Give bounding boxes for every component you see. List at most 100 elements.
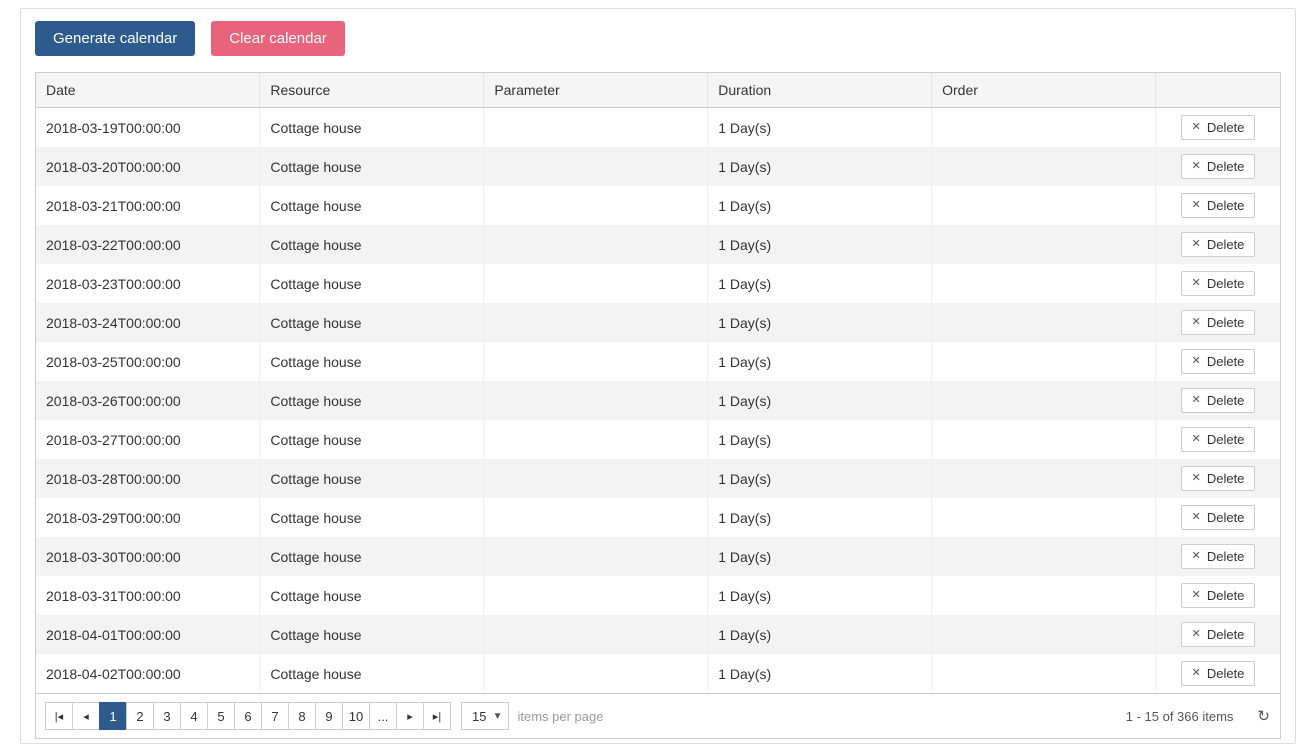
close-icon: ✕ [1192,356,1201,367]
cell-date: 2018-03-22T00:00:00 [36,225,260,264]
pager-page-button[interactable]: 7 [261,702,289,730]
pager-page-button[interactable]: 9 [315,702,343,730]
table-row: 2018-03-19T00:00:00Cottage house1 Day(s)… [36,108,1280,148]
table-header-row: Date Resource Parameter Duration Order [36,73,1280,108]
pager-page-button[interactable]: 3 [153,702,181,730]
table-row: 2018-03-24T00:00:00Cottage house1 Day(s)… [36,303,1280,342]
delete-button[interactable]: ✕Delete [1181,427,1256,452]
pager: |◂ ◂ 12345678910... ▸ ▸| 15 ▼ items per … [35,693,1281,739]
col-header-resource[interactable]: Resource [260,73,484,108]
pager-prev-button[interactable]: ◂ [72,702,100,730]
cell-date: 2018-03-26T00:00:00 [36,381,260,420]
close-icon: ✕ [1192,317,1201,328]
page-size-selector[interactable]: 15 ▼ items per page [461,702,603,730]
delete-button[interactable]: ✕Delete [1181,505,1256,530]
calendar-grid: Date Resource Parameter Duration Order 2… [35,72,1281,693]
caret-down-icon: ▼ [493,711,503,722]
delete-button[interactable]: ✕ Delete [1181,349,1256,374]
pager-page-button[interactable]: 2 [126,702,154,730]
cell-actions: ✕Delete [1156,303,1280,342]
pager-page-button[interactable]: 10 [342,702,370,730]
close-icon: ✕ [1192,434,1201,445]
table-row: 2018-03-27T00:00:00Cottage house1 Day(s)… [36,420,1280,459]
next-page-icon: ▸ [407,710,413,723]
delete-button[interactable]: ✕Delete [1181,661,1256,686]
cell-duration: 1 Day(s) [708,108,932,148]
col-header-date[interactable]: Date [36,73,260,108]
cell-duration: 1 Day(s) [708,186,932,225]
pager-page-button[interactable]: 1 [99,702,127,730]
close-icon: ✕ [1192,512,1201,523]
pager-next-button[interactable]: ▸ [396,702,424,730]
page-size-value: 15 [472,709,486,724]
cell-parameter [484,342,708,381]
pager-page-button[interactable]: 8 [288,702,316,730]
delete-label: Delete [1207,198,1245,213]
cell-parameter [484,654,708,693]
delete-button[interactable]: ✕Delete [1181,583,1256,608]
delete-button[interactable]: ✕Delete [1181,544,1256,569]
pager-page-button[interactable]: 6 [234,702,262,730]
cell-actions: ✕Delete [1156,576,1280,615]
cell-order [932,225,1156,264]
cell-actions: ✕Delete [1156,147,1280,186]
cell-duration: 1 Day(s) [708,498,932,537]
cell-actions: ✕Delete [1156,498,1280,537]
cell-duration: 1 Day(s) [708,381,932,420]
delete-button[interactable]: ✕Delete [1181,466,1256,491]
delete-label: Delete [1207,471,1245,486]
table-row: 2018-04-02T00:00:00Cottage house1 Day(s)… [36,654,1280,693]
delete-label: Delete [1207,237,1245,252]
cell-parameter [484,186,708,225]
pager-page-button[interactable]: ... [369,702,397,730]
pager-first-button[interactable]: |◂ [45,702,73,730]
cell-date: 2018-03-28T00:00:00 [36,459,260,498]
delete-label: Delete [1207,354,1245,369]
cell-order [932,186,1156,225]
delete-label: Delete [1207,666,1245,681]
table-row: 2018-04-01T00:00:00Cottage house1 Day(s)… [36,615,1280,654]
delete-button[interactable]: ✕Delete [1181,388,1256,413]
cell-resource: Cottage house [260,615,484,654]
col-header-order[interactable]: Order [932,73,1156,108]
refresh-icon[interactable]: ↻ [1257,707,1270,725]
close-icon: ✕ [1192,278,1201,289]
table-row: 2018-03-30T00:00:00Cottage house1 Day(s)… [36,537,1280,576]
table-row: 2018-03-20T00:00:00Cottage house1 Day(s)… [36,147,1280,186]
cell-actions: ✕Delete [1156,225,1280,264]
cell-date: 2018-04-01T00:00:00 [36,615,260,654]
cell-resource: Cottage house [260,420,484,459]
cell-order [932,381,1156,420]
pager-last-button[interactable]: ▸| [423,702,451,730]
prev-page-icon: ◂ [83,710,89,723]
generate-calendar-button[interactable]: Generate calendar [35,21,195,56]
close-icon: ✕ [1192,200,1201,211]
col-header-duration[interactable]: Duration [708,73,932,108]
pager-page-button[interactable]: 4 [180,702,208,730]
delete-button[interactable]: ✕Delete [1181,154,1256,179]
delete-label: Delete [1207,120,1245,135]
delete-button[interactable]: ✕ Delete [1181,193,1256,218]
toolbar: Generate calendar Clear calendar [21,9,1295,68]
cell-date: 2018-03-24T00:00:00 [36,303,260,342]
delete-button[interactable]: ✕Delete [1181,310,1256,335]
cell-parameter [484,108,708,148]
cell-actions: ✕Delete [1156,381,1280,420]
clear-calendar-button[interactable]: Clear calendar [211,21,345,56]
page-size-select[interactable]: 15 ▼ [461,702,509,730]
delete-button[interactable]: ✕Delete [1181,271,1256,296]
col-header-actions [1156,73,1280,108]
delete-button[interactable]: ✕Delete [1181,622,1256,647]
delete-button[interactable]: ✕Delete [1181,232,1256,257]
close-icon: ✕ [1192,629,1201,640]
cell-parameter [484,381,708,420]
delete-button[interactable]: ✕Delete [1181,115,1256,140]
cell-parameter [484,264,708,303]
pager-page-button[interactable]: 5 [207,702,235,730]
cell-order [932,498,1156,537]
close-icon: ✕ [1192,551,1201,562]
cell-duration: 1 Day(s) [708,342,932,381]
cell-date: 2018-03-23T00:00:00 [36,264,260,303]
col-header-parameter[interactable]: Parameter [484,73,708,108]
cell-order [932,108,1156,148]
